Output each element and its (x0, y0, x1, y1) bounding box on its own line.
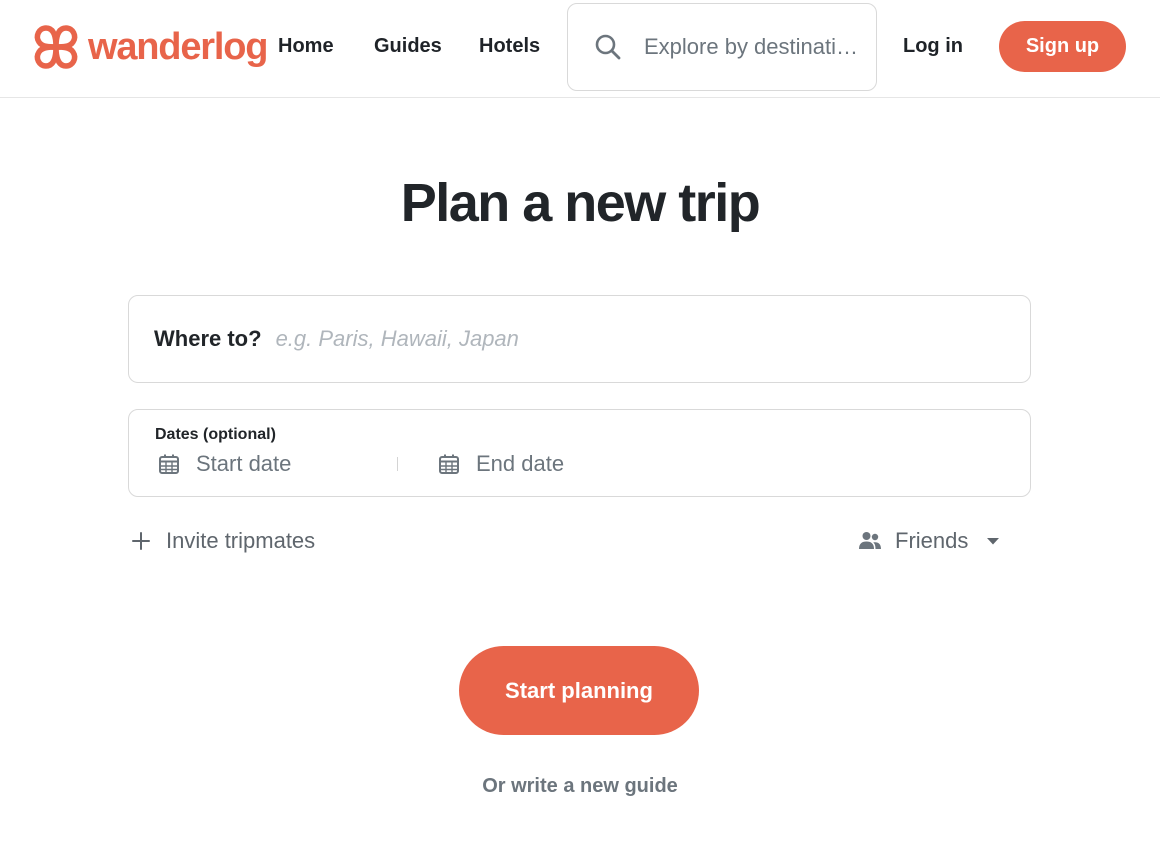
where-to-label: Where to? (154, 326, 262, 351)
invite-tripmates-button[interactable]: Invite tripmates (131, 524, 315, 558)
where-to-input[interactable] (275, 326, 1030, 352)
end-date-placeholder: End date (476, 451, 565, 476)
nav-guides-link[interactable]: Guides (374, 30, 442, 62)
brand-logo[interactable]: wanderlog (30, 22, 268, 72)
login-link[interactable]: Log in (903, 30, 963, 62)
visibility-dropdown[interactable]: Friends (858, 524, 1000, 558)
search-input[interactable] (644, 34, 859, 60)
page-title: Plan a new trip (400, 173, 761, 233)
start-planning-button[interactable]: Start planning (459, 646, 699, 735)
wanderlog-logo-icon (34, 25, 78, 69)
caret-down-icon (987, 538, 1000, 545)
nav-hotels-link[interactable]: Hotels (479, 30, 540, 62)
nav-home-link[interactable]: Home (278, 30, 334, 62)
write-guide-link[interactable]: Or write a new guide (0, 772, 1160, 800)
top-navbar: wanderlog Home Guides Hotels Log in Sign… (0, 0, 1160, 98)
dates-label: Dates (optional) (155, 426, 276, 443)
people-icon (859, 532, 881, 549)
search-icon (595, 34, 621, 60)
visibility-selected: Friends (895, 528, 969, 553)
calendar-icon (439, 454, 459, 474)
brand-name: wanderlog (88, 26, 268, 68)
start-date-picker[interactable]: Start date (158, 450, 291, 478)
invite-tripmates-label: Invite tripmates (166, 528, 316, 553)
destination-search-box[interactable] (567, 3, 877, 91)
start-date-placeholder: Start date (196, 451, 292, 476)
date-divider (397, 457, 398, 471)
where-to-field[interactable]: Where to? (128, 295, 1031, 383)
calendar-icon (159, 454, 179, 474)
dates-field: Dates (optional) Start date End date (128, 409, 1031, 497)
end-date-picker[interactable]: End date (438, 450, 564, 478)
plus-icon (132, 532, 150, 550)
signup-button[interactable]: Sign up (999, 21, 1126, 72)
